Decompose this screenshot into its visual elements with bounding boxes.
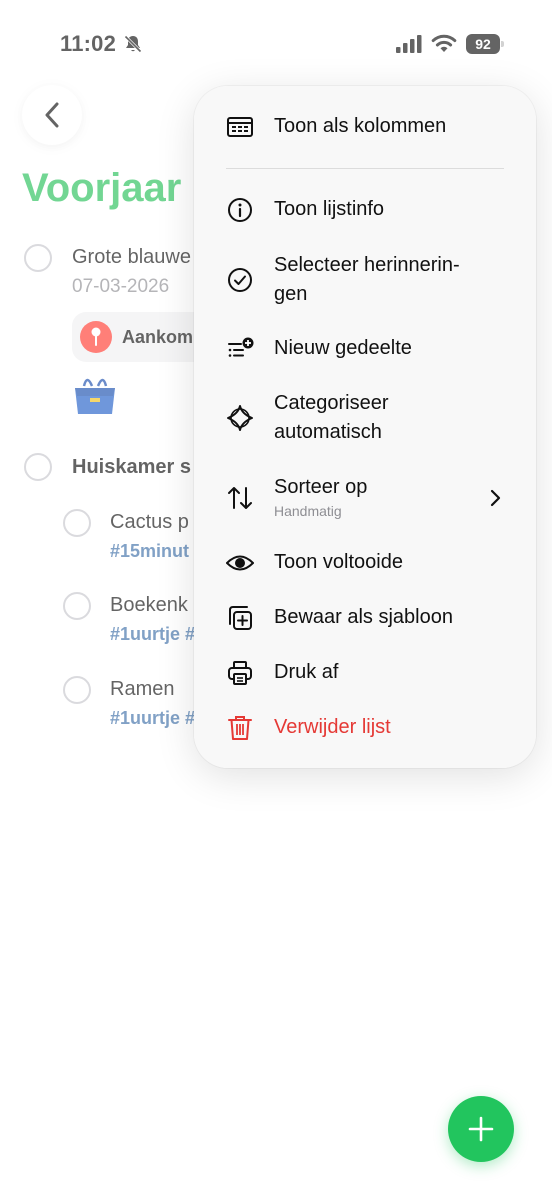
- menu-item-label: Nieuw gedeelte: [274, 337, 412, 359]
- menu-item-label: Sorteer op: [274, 476, 368, 498]
- menu-item-select-reminders[interactable]: Selecteer herinnerin- gen: [194, 250, 536, 312]
- menu-item-label-line2: gen: [274, 283, 308, 305]
- menu-item-label: Selecteer herinnerin-: [274, 254, 460, 276]
- info-icon: [228, 198, 252, 222]
- menu-item-print[interactable]: Druk af: [194, 648, 536, 698]
- list-options-menu: Toon als kolommen Toon lijstinfo Selecte…: [194, 86, 536, 768]
- menu-item-label: Toon lijstinfo: [274, 198, 385, 220]
- checkmark-circle-icon: [228, 268, 252, 292]
- menu-item-categorize-automatically[interactable]: Categoriseer automatisch: [194, 388, 536, 450]
- menu-item-label: Druk af: [274, 661, 339, 683]
- template-icon: [229, 606, 252, 630]
- menu-item-show-list-info[interactable]: Toon lijstinfo: [194, 185, 536, 235]
- menu-divider: [226, 168, 504, 169]
- menu-item-sublabel: Handmatig: [274, 503, 342, 519]
- add-reminder-button[interactable]: [448, 1096, 514, 1162]
- printer-icon: [228, 661, 252, 685]
- menu-item-new-section[interactable]: Nieuw gedeelte: [194, 324, 536, 374]
- menu-item-show-completed[interactable]: Toon voltooide: [194, 538, 536, 588]
- menu-item-sort-by[interactable]: Sorteer op Handmatig: [194, 472, 536, 524]
- menu-item-show-as-columns[interactable]: Toon als kolommen: [194, 102, 536, 152]
- menu-item-label: Toon als kolommen: [274, 115, 447, 137]
- menu-item-label: Verwijder lijst: [274, 716, 391, 738]
- menu-item-label-line2: automatisch: [274, 421, 382, 443]
- menu-item-label: Toon voltooide: [274, 551, 403, 573]
- menu-item-save-as-template[interactable]: Bewaar als sjabloon: [194, 593, 536, 643]
- trash-icon: [228, 716, 252, 740]
- plus-icon: [468, 1116, 494, 1142]
- sparkle-icon: [227, 405, 253, 431]
- menu-item-label: Categoriseer: [274, 392, 389, 414]
- menu-item-delete-list[interactable]: Verwijder lijst: [194, 703, 536, 753]
- columns-icon: [227, 117, 253, 137]
- menu-item-label: Bewaar als sjabloon: [274, 606, 453, 628]
- new-section-icon: [228, 337, 254, 357]
- eye-icon: [226, 555, 254, 571]
- chevron-right-icon: [490, 489, 501, 507]
- sort-icon: [228, 487, 252, 509]
